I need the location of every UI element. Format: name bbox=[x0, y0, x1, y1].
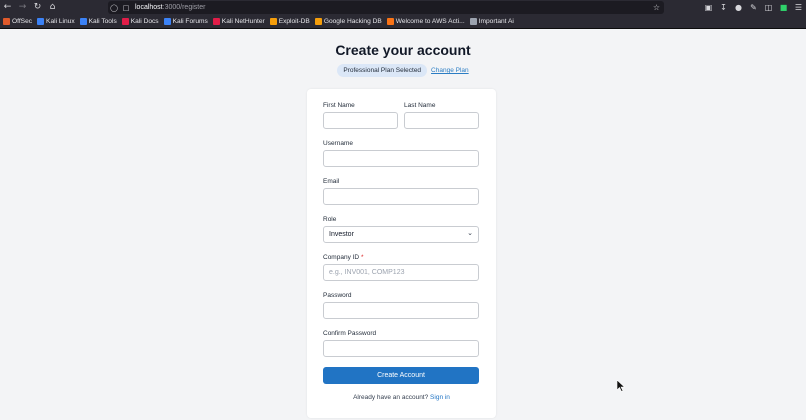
password-label: Password bbox=[323, 292, 352, 299]
exploit-db-icon bbox=[269, 18, 277, 25]
download-icon[interactable]: ↧ bbox=[716, 3, 731, 12]
email-field[interactable] bbox=[323, 188, 479, 205]
bookmark-label: Google Hacking DB bbox=[323, 18, 382, 25]
username-field[interactable] bbox=[323, 150, 479, 167]
signin-prompt: Already have an account? Sign in bbox=[307, 394, 496, 401]
register-form-card: First Name Last Name Username Email Role… bbox=[307, 89, 496, 418]
docs-icon bbox=[121, 18, 129, 25]
browser-toolbar: ← → ↻ ⌂ ◯ □ localhost:3000/register ☆ ▣ … bbox=[0, 0, 806, 15]
create-account-button[interactable]: Create Account bbox=[323, 367, 479, 384]
bookmark-kali-tools[interactable]: Kali Tools bbox=[79, 18, 117, 25]
bookmark-google-hacking-db[interactable]: Google Hacking DB bbox=[314, 18, 382, 25]
signin-prompt-text: Already have an account? bbox=[353, 394, 429, 401]
first-name-label: First Name bbox=[323, 102, 355, 109]
bookmarks-bar: OffSec Kali Linux Kali Tools Kali Docs K… bbox=[0, 15, 806, 29]
account-icon[interactable]: ● bbox=[731, 3, 746, 12]
ghdb-icon bbox=[314, 18, 322, 25]
url-host: localhost bbox=[135, 4, 163, 11]
bookmark-kali-docs[interactable]: Kali Docs bbox=[121, 18, 159, 25]
offsec-icon bbox=[3, 18, 10, 25]
bookmark-label: Exploit-DB bbox=[278, 18, 310, 25]
email-label: Email bbox=[323, 178, 340, 185]
toolbar-right-icons: ▣ ↧ ● ✎ ◫ ■ ☰ bbox=[701, 0, 806, 15]
plan-badge: Professional Plan Selected bbox=[337, 64, 428, 77]
company-id-label-text: Company ID bbox=[323, 254, 360, 261]
company-id-placeholder: e.g., INV001, COMP123 bbox=[329, 269, 405, 276]
role-select[interactable]: Investor ⌄ bbox=[323, 226, 479, 243]
page-content: Create your account Professional Plan Se… bbox=[0, 29, 806, 420]
bookmark-label: Welcome to AWS Acti... bbox=[395, 18, 465, 25]
page-title: Create your account bbox=[335, 42, 471, 58]
extensions-icon[interactable]: ✎ bbox=[746, 3, 761, 12]
aws-icon bbox=[386, 18, 394, 25]
nethunter-icon bbox=[212, 18, 220, 25]
role-value: Investor bbox=[329, 231, 354, 238]
confirm-password-label: Confirm Password bbox=[323, 330, 377, 337]
first-name-field[interactable] bbox=[323, 112, 398, 129]
required-asterisk: * bbox=[360, 254, 364, 261]
role-label: Role bbox=[323, 216, 337, 223]
bookmark-kali-nethunter[interactable]: Kali NetHunter bbox=[212, 18, 265, 25]
kali-icon bbox=[79, 18, 87, 25]
bookmark-label: Kali NetHunter bbox=[221, 18, 265, 25]
profile-icon[interactable]: ◫ bbox=[761, 3, 776, 12]
bookmark-label: OffSec bbox=[12, 18, 33, 25]
confirm-password-field[interactable] bbox=[323, 340, 479, 357]
url-bar[interactable]: ◯ □ localhost:3000/register ☆ bbox=[108, 1, 664, 14]
url-path: :3000/register bbox=[162, 4, 206, 11]
reload-icon[interactable]: ↻ bbox=[30, 0, 45, 15]
password-field[interactable] bbox=[323, 302, 479, 319]
url-text: localhost:3000/register bbox=[135, 4, 205, 11]
bookmark-label: Kali Linux bbox=[46, 18, 75, 25]
bookmark-star-icon[interactable]: ☆ bbox=[653, 1, 660, 14]
company-id-label: Company ID * bbox=[323, 254, 363, 261]
bookmark-offsec[interactable]: OffSec bbox=[3, 18, 32, 25]
username-label: Username bbox=[323, 140, 353, 147]
home-icon[interactable]: ⌂ bbox=[45, 0, 60, 15]
bookmark-exploit-db[interactable]: Exploit-DB bbox=[269, 18, 310, 25]
bookmark-important-ai[interactable]: Important Ai bbox=[469, 18, 514, 25]
kali-icon bbox=[37, 18, 45, 25]
shield-icon: ◯ bbox=[110, 3, 118, 12]
bookmark-kali-linux[interactable]: Kali Linux bbox=[37, 18, 75, 25]
forward-icon[interactable]: → bbox=[15, 0, 30, 15]
page-icon: □ bbox=[122, 3, 130, 12]
bookmark-label: Kali Tools bbox=[88, 18, 117, 25]
signin-link[interactable]: Sign in bbox=[430, 394, 450, 401]
mouse-cursor-icon bbox=[617, 380, 625, 392]
back-icon[interactable]: ← bbox=[0, 0, 15, 15]
pocket-icon[interactable]: ▣ bbox=[701, 3, 716, 12]
bookmark-kali-forums[interactable]: Kali Forums bbox=[163, 18, 208, 25]
bookmark-label: Kali Docs bbox=[130, 18, 159, 25]
chevron-down-icon: ⌄ bbox=[467, 229, 473, 237]
bookmark-label: Important Ai bbox=[478, 18, 514, 25]
bookmark-aws[interactable]: Welcome to AWS Acti... bbox=[386, 18, 465, 25]
change-plan-link[interactable]: Change Plan bbox=[431, 67, 469, 74]
company-id-field[interactable]: e.g., INV001, COMP123 bbox=[323, 264, 479, 281]
last-name-field[interactable] bbox=[404, 112, 479, 129]
bookmark-label: Kali Forums bbox=[172, 18, 208, 25]
menu-icon[interactable]: ☰ bbox=[791, 3, 806, 12]
extension-green-icon[interactable]: ■ bbox=[776, 3, 791, 12]
plan-row: Professional Plan Selected Change Plan bbox=[0, 64, 806, 77]
kali-icon bbox=[163, 18, 171, 25]
last-name-label: Last Name bbox=[404, 102, 436, 109]
folder-icon bbox=[469, 18, 477, 25]
